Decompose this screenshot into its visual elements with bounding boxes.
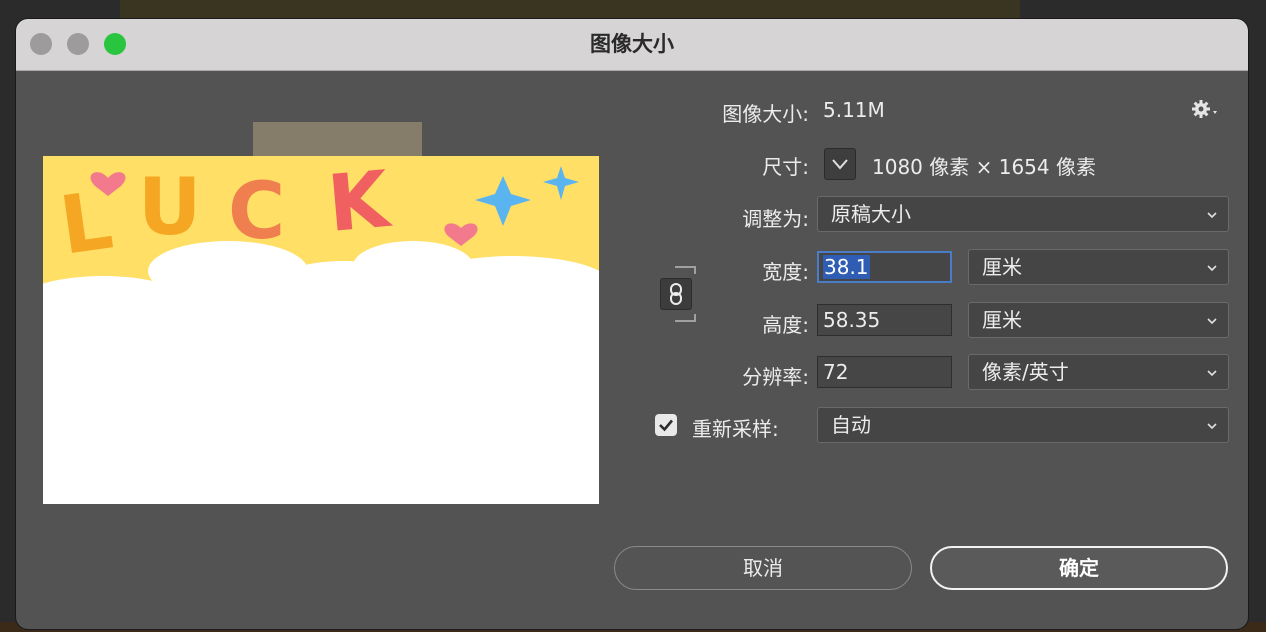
fit-to-select[interactable]: 原稿大小 bbox=[817, 196, 1229, 232]
height-unit-value: 厘米 bbox=[982, 308, 1022, 332]
height-label: 高度: bbox=[762, 313, 809, 337]
background-window bbox=[120, 0, 1020, 18]
preview-letter-u: U bbox=[138, 163, 201, 253]
preview-tab bbox=[253, 122, 422, 158]
resample-checkbox[interactable] bbox=[655, 414, 677, 436]
fit-to-label: 调整为: bbox=[742, 207, 809, 231]
chevron-down-icon bbox=[1207, 423, 1217, 430]
cancel-button[interactable]: 取消 bbox=[614, 546, 912, 590]
resolution-unit-value: 像素/英寸 bbox=[982, 360, 1069, 384]
fit-to-value: 原稿大小 bbox=[831, 202, 911, 226]
chevron-down-icon bbox=[832, 159, 848, 170]
width-value: 38.1 bbox=[823, 255, 870, 279]
preview-letter-c: C bbox=[228, 167, 285, 257]
dimensions-value: 1080 像素 × 1654 像素 bbox=[872, 155, 1096, 179]
width-unit-value: 厘米 bbox=[982, 255, 1022, 279]
link-icon bbox=[670, 283, 682, 305]
preview-artwork: L U C K bbox=[43, 156, 599, 504]
image-size-dialog: 图像大小 L U C K 图像大小: 5.11M 尺寸: 1080 像素 × 1… bbox=[16, 19, 1248, 629]
resolution-label: 分辨率: bbox=[742, 365, 809, 389]
chevron-down-icon bbox=[1207, 370, 1217, 377]
checkmark-icon bbox=[659, 419, 673, 432]
resample-method-value: 自动 bbox=[831, 413, 871, 437]
width-label: 宽度: bbox=[762, 260, 809, 284]
chevron-down-icon bbox=[1207, 265, 1217, 272]
dimensions-unit-toggle[interactable] bbox=[824, 148, 856, 180]
title-bar: 图像大小 bbox=[16, 19, 1248, 71]
resample-label: 重新采样: bbox=[692, 417, 779, 441]
image-preview[interactable]: L U C K bbox=[43, 156, 599, 504]
ok-button[interactable]: 确定 bbox=[930, 546, 1228, 590]
resolution-unit-select[interactable]: 像素/英寸 bbox=[968, 354, 1229, 390]
height-unit-select[interactable]: 厘米 bbox=[968, 302, 1229, 338]
chevron-down-icon bbox=[1207, 318, 1217, 325]
window-title: 图像大小 bbox=[590, 32, 674, 56]
preview-cloud bbox=[43, 241, 599, 504]
gear-icon[interactable] bbox=[1191, 98, 1221, 122]
image-size-value: 5.11M bbox=[823, 98, 885, 122]
resample-method-select[interactable]: 自动 bbox=[817, 407, 1229, 443]
dimensions-label: 尺寸: bbox=[762, 155, 809, 179]
image-size-label: 图像大小: bbox=[722, 102, 809, 126]
constrain-proportions-button[interactable] bbox=[660, 278, 692, 310]
width-input[interactable]: 38.1 bbox=[817, 251, 952, 283]
resolution-input[interactable]: 72 bbox=[817, 356, 952, 388]
preview-letter-k: K bbox=[324, 156, 395, 250]
chevron-down-icon bbox=[1207, 212, 1217, 219]
width-unit-select[interactable]: 厘米 bbox=[968, 249, 1229, 285]
height-input[interactable]: 58.35 bbox=[817, 304, 952, 336]
